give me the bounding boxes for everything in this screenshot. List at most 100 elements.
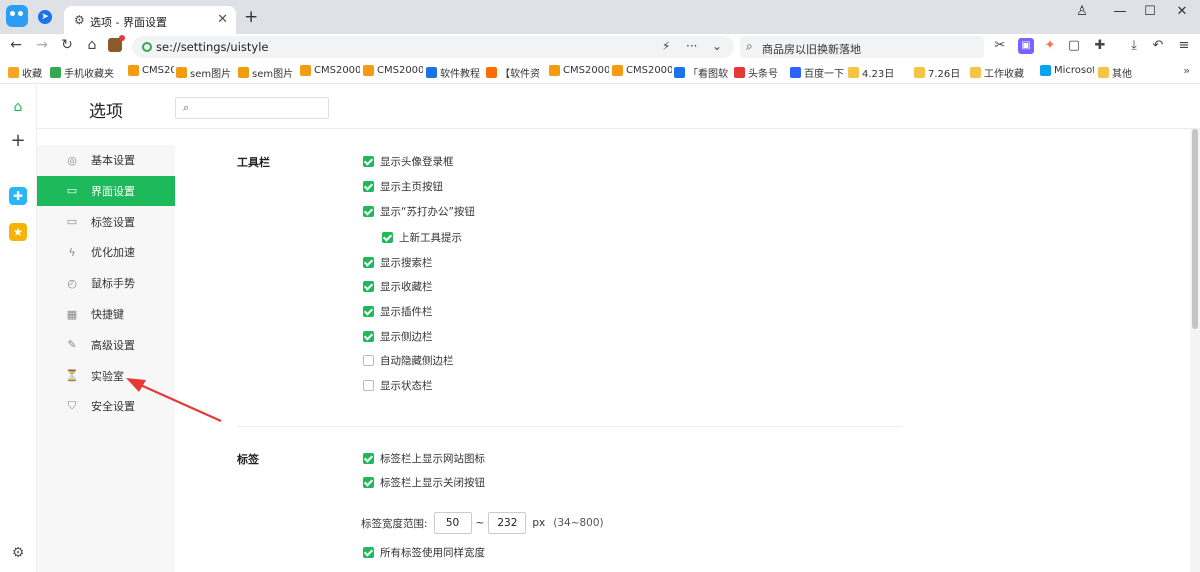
bookmark-favicon-icon [970,67,981,78]
checkbox[interactable] [363,306,374,317]
option-row[interactable]: 标签栏上显示关闭按钮 [363,475,485,490]
checkbox[interactable] [363,380,374,391]
url-text[interactable]: se://settings/uistyle [156,40,268,54]
settings-search[interactable]: ⌕ [175,97,329,119]
bookmark-item[interactable]: CMS2000 [300,65,360,76]
menu-item[interactable]: ◴ 鼠标手势 [37,268,175,298]
tab-width-min-input[interactable] [433,512,472,534]
option-label: 显示搜索栏 [380,257,433,269]
puzzle-icon[interactable]: ✚ [1092,38,1108,54]
bookmark-item[interactable]: 「看图软 [674,65,728,80]
menu-icon[interactable]: ≡ [1176,38,1192,54]
option-row[interactable]: 显示“苏打办公”按钮 [363,204,475,219]
menu-item[interactable]: ⛉ 安全设置 [37,391,175,421]
bookmark-item[interactable]: Microsoft [1040,65,1094,76]
option-row[interactable]: 显示插件栏 [363,304,433,319]
pinned-tab-icon[interactable]: ➤ [38,10,52,24]
menu-item[interactable]: ✎ 高级设置 [37,330,175,360]
menu-item[interactable]: ▭ 标签设置 [37,207,175,237]
bookmark-favicon-icon [128,65,139,76]
checkbox[interactable] [363,453,374,464]
checkbox[interactable] [363,206,374,217]
browser-logo-icon[interactable] [6,5,28,27]
checkbox[interactable] [363,355,374,366]
reload-button[interactable]: ↻ [57,37,77,53]
settings-gear-icon[interactable]: ⚙ [9,544,27,562]
bookmark-item[interactable]: 【软件资 [486,65,540,80]
more-icon[interactable]: ··· [686,39,697,53]
forward-button[interactable]: → [32,37,52,53]
scissors-icon[interactable]: ✂ [992,38,1008,54]
bookmarks-more-button[interactable]: » [1183,64,1190,77]
bookmark-item[interactable]: 软件教程 [426,65,480,80]
bookmark-item[interactable]: 百度一下 [790,65,844,80]
add-icon[interactable]: + [9,132,27,150]
close-tab-button[interactable]: ✕ [217,12,228,27]
scroll-thumb[interactable] [1192,129,1198,329]
undo-icon[interactable]: ↶ [1150,38,1166,54]
briefcase-icon[interactable] [108,35,125,52]
checkbox[interactable] [382,232,393,243]
checkbox[interactable] [363,257,374,268]
option-same-width[interactable]: 所有标签使用同样宽度 [363,545,485,560]
bookmark-item[interactable]: 4.23日 [848,65,894,80]
bookmark-item[interactable]: 7.26日 [914,65,960,80]
option-row[interactable]: 自动隐藏侧边栏 [363,353,454,368]
option-row[interactable]: 显示收藏栏 [363,279,433,294]
checkbox[interactable] [363,281,374,292]
option-row[interactable]: 显示主页按钮 [363,179,443,194]
scrollbar[interactable] [1190,129,1200,572]
tab-settings[interactable]: ⚙ 选项 - 界面设置 ✕ [64,6,236,34]
screen-icon[interactable]: ▢ [1066,38,1082,54]
option-row[interactable]: 显示侧边栏 [363,329,433,344]
game-icon[interactable]: ✦ [1042,38,1058,54]
option-row[interactable]: 显示搜索栏 [363,255,433,270]
bookmark-item[interactable]: 其他 [1098,65,1132,80]
bookmark-item[interactable]: CMS2000 [128,65,174,76]
search-suggestion[interactable]: 商品房以旧换新落地 [762,41,861,57]
search-box[interactable]: ⌕ 商品房以旧换新落地 [740,36,984,58]
address-bar[interactable]: se://settings/uistyle ⚡ ··· ⌄ [132,36,734,58]
option-row[interactable]: 上新工具提示 [382,230,462,245]
checkbox[interactable] [363,331,374,342]
bookmark-item[interactable]: CMS2000 [363,65,423,76]
menu-item[interactable]: ⏳ 实验室 [37,361,175,391]
tab-width-max-input[interactable] [488,512,527,534]
bolt-icon[interactable]: ⚡ [662,39,670,53]
option-row[interactable]: 标签栏上显示网站图标 [363,451,485,466]
checkbox[interactable] [363,156,374,167]
menu-item[interactable]: ▭ 界面设置 [37,175,175,206]
settings-search-input[interactable] [198,100,324,116]
home-button[interactable]: ⌂ [82,37,102,53]
checkbox[interactable] [363,547,374,558]
option-label: 标签栏上显示网站图标 [380,453,485,465]
bookmark-item[interactable]: 收藏 [8,65,42,80]
shirt-icon[interactable]: ♙ [1070,4,1094,19]
back-button[interactable]: ← [6,37,26,53]
maximize-button[interactable]: ☐ [1138,4,1162,19]
bookmark-item[interactable]: CMS2000 [612,65,672,76]
checkbox[interactable] [363,181,374,192]
chevron-down-icon[interactable]: ⌄ [712,39,722,53]
home-icon[interactable]: ⌂ [9,98,27,116]
minimize-button[interactable]: — [1108,4,1132,19]
menu-item[interactable]: ϟ 优化加速 [37,237,175,267]
bookmark-item[interactable]: sem图片 [176,65,231,80]
bookmark-item[interactable]: sem图片 [238,65,293,80]
menu-item[interactable]: ◎ 基本设置 [37,145,175,175]
bookmark-item[interactable]: CMS2000 [549,65,609,76]
bookmark-item[interactable]: 工作收藏 [970,65,1024,80]
checkbox[interactable] [363,477,374,488]
menu-item[interactable]: ▦ 快捷键 [37,299,175,329]
download-icon[interactable]: ⤓ [1126,38,1142,54]
reader-icon[interactable]: ▣ [1018,38,1034,54]
option-row[interactable]: 显示状态栏 [363,378,433,393]
tools-icon[interactable]: ✚ [9,187,27,205]
new-tab-button[interactable]: + [244,7,258,27]
bookmark-item[interactable]: 头条号 [734,65,778,80]
option-label: 显示主页按钮 [380,181,443,193]
option-row[interactable]: 显示头像登录框 [363,154,454,169]
star-icon[interactable]: ★ [9,223,27,241]
bookmark-item[interactable]: 手机收藏夹 [50,65,114,80]
close-window-button[interactable]: ✕ [1170,4,1194,19]
